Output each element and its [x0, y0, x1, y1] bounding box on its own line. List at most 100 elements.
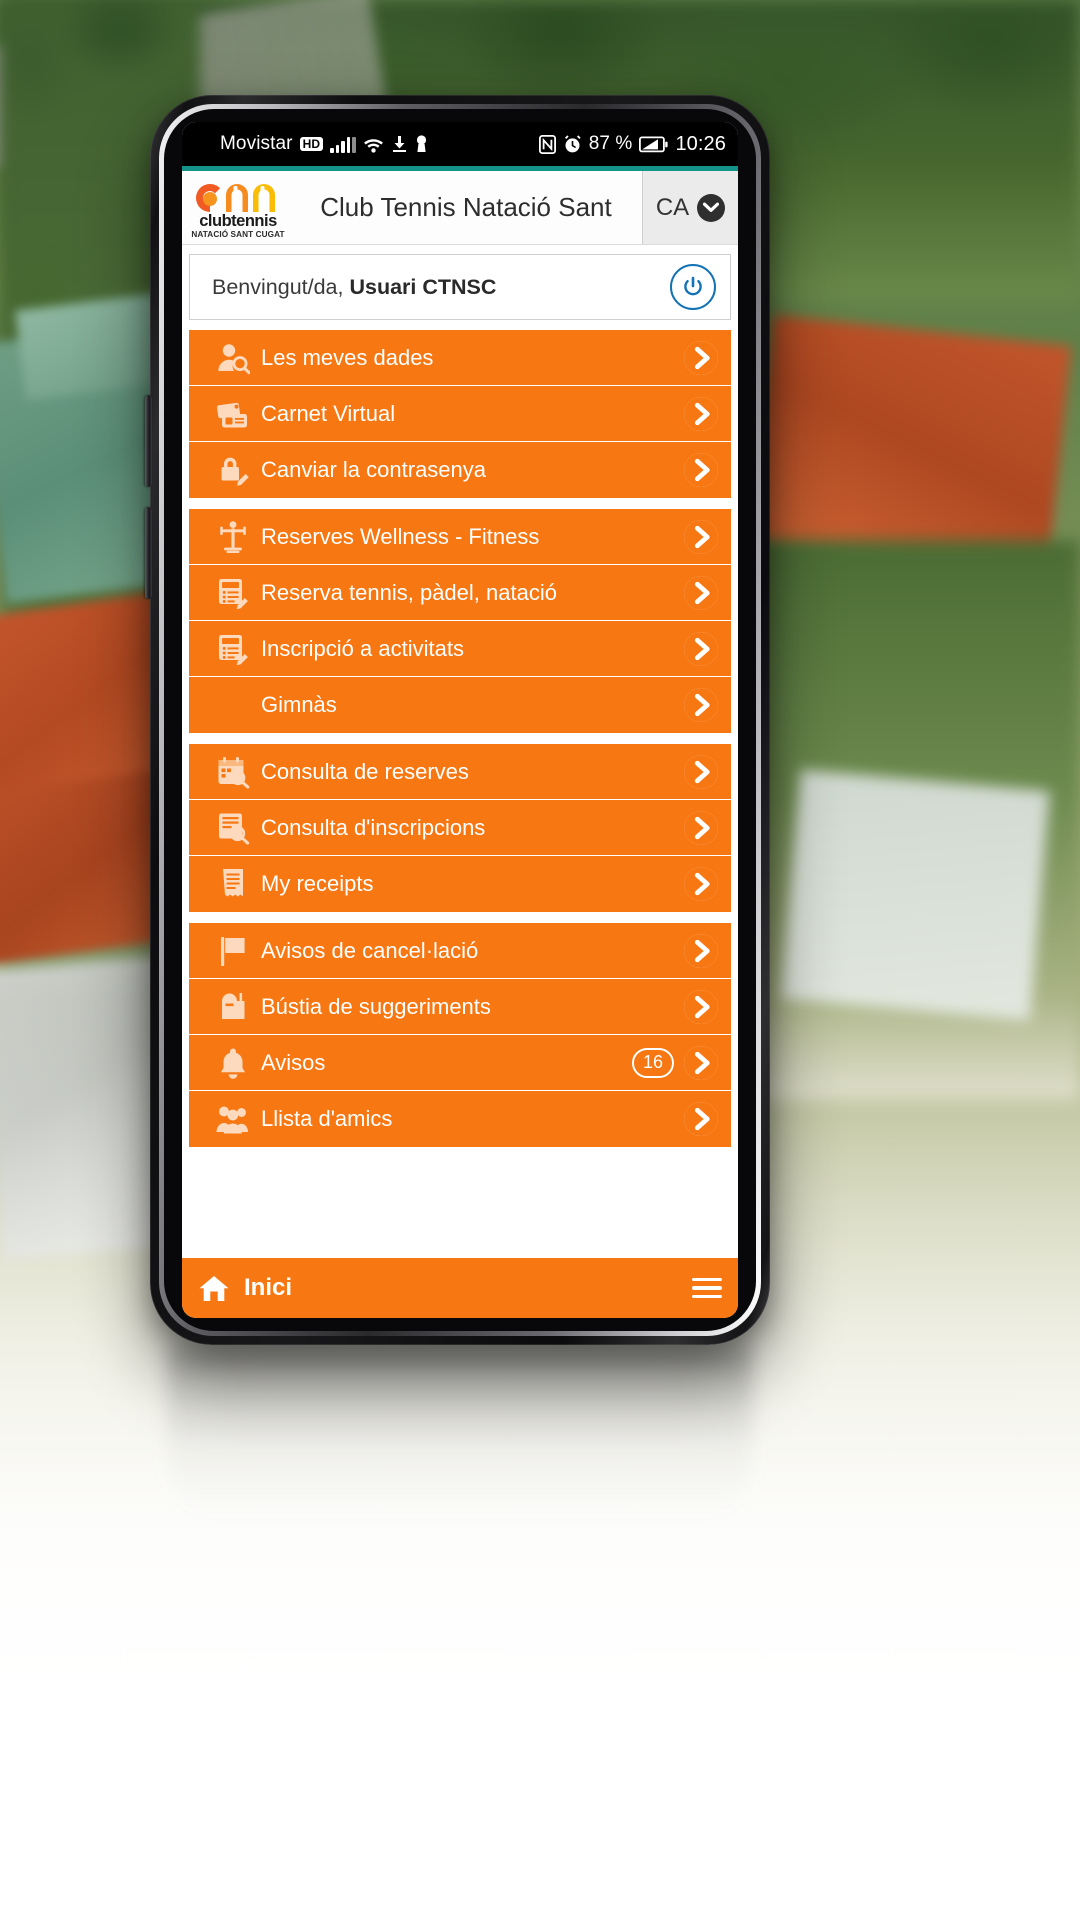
club-logo-icon — [196, 183, 275, 212]
user-search-icon — [205, 341, 261, 375]
notification-badge: 16 — [632, 1047, 674, 1078]
status-bar-right: 87 % 10:26 — [538, 132, 726, 156]
language-selector[interactable]: CA — [642, 171, 738, 244]
menu-item[interactable]: Llista d'amics — [189, 1091, 731, 1147]
signal-bars-icon — [330, 136, 356, 153]
volume-up-button[interactable] — [145, 395, 152, 487]
alarm-icon — [563, 134, 582, 154]
battery-percent-label: 87 % — [588, 133, 633, 154]
footer-bar: Inici — [182, 1256, 738, 1318]
chevron-right-icon[interactable] — [684, 631, 718, 666]
bell-icon — [205, 1046, 261, 1080]
menu-item-label: Les meves dades — [261, 344, 434, 370]
menu-item-label: Llista d'amics — [261, 1106, 393, 1131]
clock-label: 10:26 — [675, 132, 726, 155]
menu-item-label: Canviar la contrasenya — [261, 457, 487, 482]
list-edit-icon — [205, 632, 261, 666]
chevron-right-icon[interactable] — [684, 519, 718, 554]
chevron-right-icon[interactable] — [684, 754, 718, 789]
logo-subline: NATACIÓ SANT CUGAT — [191, 230, 285, 240]
chevron-right-icon[interactable] — [684, 688, 718, 722]
status-bar-left: Movistar HD — [220, 133, 428, 155]
carrier-label: Movistar — [220, 133, 293, 154]
menu-item-label: Bústia de suggeriments — [261, 993, 491, 1019]
power-icon — [684, 276, 702, 296]
user-name: Usuari CTNSC — [349, 274, 497, 299]
hd-badge: HD — [299, 137, 324, 151]
menu-item-label: Gimnàs — [261, 692, 337, 717]
menu-item-label: Carnet Virtual — [261, 400, 396, 426]
home-icon[interactable] — [198, 1274, 230, 1303]
wifi-icon — [363, 136, 384, 153]
logo-wordmark: clubtennis — [199, 211, 277, 230]
id-card-icon — [205, 397, 261, 431]
menu-item[interactable]: Canviar la contrasenya — [189, 442, 731, 498]
flag-icon — [205, 934, 261, 968]
menu-item-label: Reserves Wellness - Fitness — [261, 523, 540, 549]
menu-group: Avisos de cancel·lació Bústia de suggerim… — [189, 923, 731, 1147]
receipt-icon — [205, 867, 261, 901]
chevron-right-icon[interactable] — [684, 933, 718, 968]
welcome-text: Benvingut/da, Usuari CTNSC — [212, 275, 670, 300]
welcome-box: Benvingut/da, Usuari CTNSC — [189, 254, 731, 320]
menu-item-label: Consulta d'inscripcions — [261, 814, 486, 840]
nfc-icon — [538, 134, 556, 154]
mailbox-icon — [205, 990, 261, 1024]
battery-icon — [639, 136, 669, 153]
phone-screen: Movistar HD 87 % 10:26 clubtennis NATACI… — [182, 122, 738, 1318]
menu-item[interactable]: Les meves dades — [189, 330, 731, 386]
menu-item[interactable]: Consulta de reserves — [189, 744, 731, 800]
status-bar: Movistar HD 87 % 10:26 — [182, 122, 738, 166]
menu-item[interactable]: Avisos 16 — [189, 1035, 731, 1091]
menu-item[interactable]: Carnet Virtual — [189, 386, 731, 442]
welcome-greeting: Benvingut/da, — [212, 274, 344, 299]
menu-group: Les meves dades Carnet Virtual Canviar la … — [189, 330, 731, 498]
menu-group: Reserves Wellness - Fitness Reserva tenni… — [189, 509, 731, 733]
menu-item-label: Consulta de reserves — [261, 758, 469, 784]
welcome-section: Benvingut/da, Usuari CTNSC — [182, 245, 738, 320]
chevron-right-icon[interactable] — [684, 340, 718, 375]
menu-item-label: My receipts — [261, 871, 374, 896]
lock-edit-icon — [205, 453, 261, 487]
chevron-right-icon[interactable] — [684, 867, 718, 901]
menu-item-label: Inscripció a activitats — [261, 635, 464, 661]
vpn-key-icon — [415, 135, 428, 153]
chevron-right-icon[interactable] — [684, 1102, 718, 1136]
volume-down-button[interactable] — [145, 507, 152, 599]
menu-item-label: Reserva tennis, pàdel, natació — [261, 579, 557, 605]
menu-item[interactable]: Reserva tennis, pàdel, natació — [189, 565, 731, 621]
chevron-right-icon[interactable] — [684, 810, 718, 845]
list-edit-icon — [205, 576, 261, 610]
chevron-right-icon[interactable] — [684, 989, 718, 1024]
logo-word-tennis: tennis — [231, 211, 277, 230]
document-search-icon — [205, 811, 261, 845]
chevron-right-icon[interactable] — [684, 1045, 718, 1080]
people-group-icon — [205, 1102, 261, 1136]
language-code-label: CA — [655, 193, 690, 221]
hamburger-menu-icon[interactable] — [692, 1277, 722, 1299]
menu-item[interactable]: Gimnàs — [189, 677, 731, 733]
brand-logo[interactable]: clubtennis NATACIÓ SANT CUGAT — [182, 171, 294, 244]
chevron-right-icon[interactable] — [684, 453, 718, 487]
menu-item[interactable]: My receipts — [189, 856, 731, 912]
app-header: clubtennis NATACIÓ SANT CUGAT Club Tenni… — [182, 171, 738, 245]
menu-item[interactable]: Bústia de suggeriments — [189, 979, 731, 1035]
logout-button[interactable] — [670, 264, 716, 310]
chevron-down-icon — [697, 193, 726, 222]
menu-item[interactable]: Consulta d'inscripcions — [189, 800, 731, 856]
calendar-search-icon — [205, 755, 261, 789]
menu-item[interactable]: Inscripció a activitats — [189, 621, 731, 677]
menu-item[interactable]: Avisos de cancel·lació — [189, 923, 731, 979]
main-menu: Les meves dades Carnet Virtual Canviar la … — [182, 320, 738, 1147]
footer-home-label[interactable]: Inici — [244, 1274, 292, 1302]
menu-item[interactable]: Reserves Wellness - Fitness — [189, 509, 731, 565]
download-icon — [391, 135, 408, 153]
menu-item-label: Avisos de cancel·lació — [261, 937, 479, 963]
page-title: Club Tennis Natació Sant — [320, 192, 612, 222]
fitness-person-icon — [205, 520, 261, 554]
background-pool-area — [780, 769, 1050, 1021]
menu-group: Consulta de reserves Consulta d'inscripci… — [189, 744, 731, 912]
chevron-right-icon[interactable] — [684, 575, 718, 610]
logo-word-club: club — [199, 211, 232, 230]
chevron-right-icon[interactable] — [684, 396, 718, 431]
